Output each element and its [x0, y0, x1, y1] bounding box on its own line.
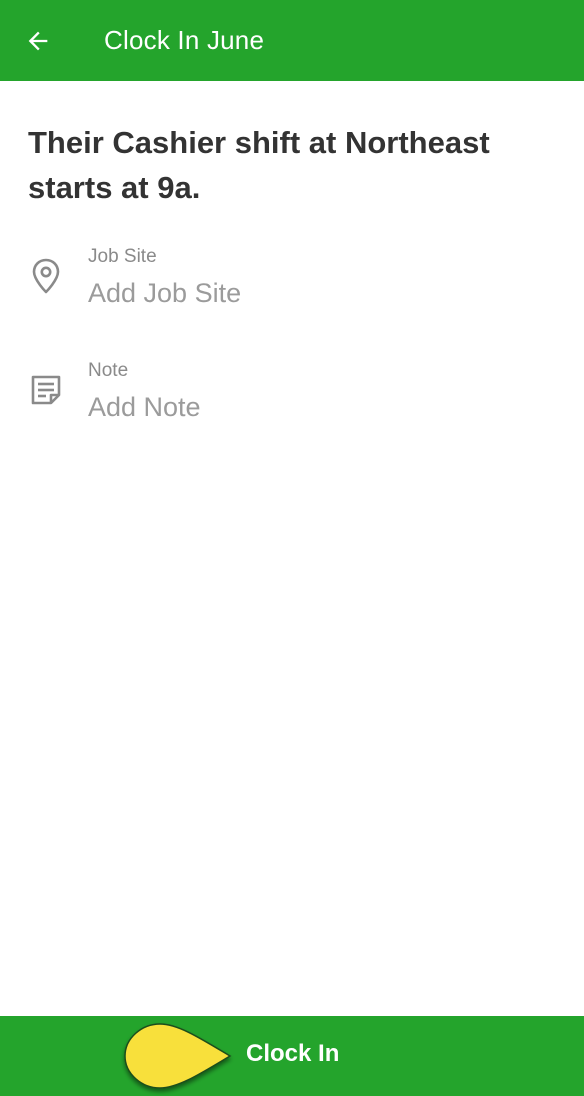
note-label: Note — [88, 360, 129, 381]
job-site-label: Job Site — [88, 246, 157, 267]
arrow-left-icon — [24, 27, 52, 55]
clock-in-label: Clock In — [246, 1040, 340, 1067]
shift-summary: Their Cashier shift at Northeast starts … — [28, 125, 490, 205]
clock-in-button[interactable]: Clock In — [0, 1016, 584, 1096]
job-site-field[interactable]: Job Site Add Job Site — [0, 240, 584, 320]
pointer-callout-icon — [124, 1023, 232, 1089]
job-site-placeholder: Add Job Site — [88, 278, 242, 308]
clock-in-screen: Clock In June Their Cashier shift at Nor… — [0, 0, 584, 1096]
location-pin-icon — [26, 256, 66, 296]
note-placeholder: Add Note — [88, 392, 201, 422]
back-button[interactable] — [0, 0, 78, 81]
top-app-bar: Clock In June — [0, 0, 584, 81]
note-field[interactable]: Note Add Note — [0, 354, 584, 434]
page-title: Clock In June — [104, 25, 265, 55]
note-icon — [26, 370, 66, 410]
